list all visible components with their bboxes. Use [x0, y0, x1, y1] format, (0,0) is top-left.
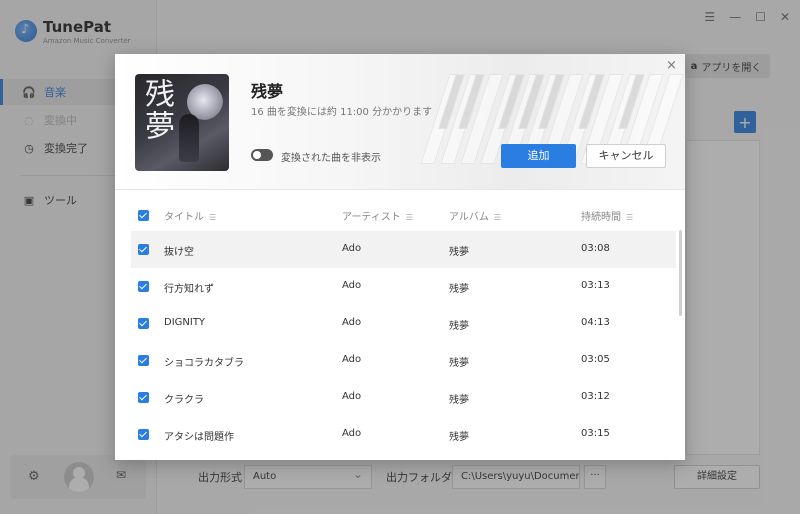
track-duration: 03:12: [581, 391, 610, 402]
album-title: 残夢: [251, 82, 284, 101]
table-row[interactable]: 抜け空 Ado 残夢 03:08: [131, 231, 676, 268]
add-button[interactable]: 追加: [501, 144, 576, 168]
track-artist: Ado: [342, 391, 362, 402]
track-checkbox[interactable]: [138, 318, 149, 329]
track-duration: 03:15: [581, 428, 610, 439]
table-row[interactable]: 行方知れず Ado 残夢 03:13: [131, 268, 676, 305]
hide-converted-toggle[interactable]: [251, 149, 273, 161]
sort-icon: ☰: [626, 213, 634, 222]
track-artist: Ado: [342, 428, 362, 439]
track-album: 残夢: [449, 321, 469, 332]
column-album-header[interactable]: アルバム ☰: [449, 208, 501, 223]
conversion-estimate: 16 曲を変換には約 11:00 分かかります: [251, 107, 433, 118]
track-checkbox[interactable]: [138, 429, 149, 440]
sort-icon: ☰: [405, 213, 413, 222]
track-artist: Ado: [342, 317, 362, 328]
dialog-header: 残夢 残夢 16 曲を変換には約 11:00 分かかります 変換された曲を非表示…: [115, 54, 685, 190]
track-checkbox[interactable]: [138, 392, 149, 403]
track-album: 残夢: [449, 432, 469, 443]
track-album: 残夢: [449, 395, 469, 406]
track-duration: 03:05: [581, 354, 610, 365]
track-artist: Ado: [342, 354, 362, 365]
track-duration: 04:13: [581, 317, 610, 328]
table-row[interactable]: ショコラカタブラ Ado 残夢 03:05: [131, 342, 676, 379]
track-artist: Ado: [342, 280, 362, 291]
track-table-header: タイトル ☰ アーティスト ☰ アルバム ☰ 持続時間 ☰: [131, 202, 676, 228]
column-title-header[interactable]: タイトル ☰: [164, 208, 216, 223]
table-row[interactable]: アタシは問題作 Ado 残夢 03:15: [131, 416, 676, 453]
track-title: 抜け空: [164, 247, 194, 258]
track-title: アタシは問題作: [164, 432, 234, 443]
sort-icon: ☰: [209, 213, 217, 222]
track-checkbox[interactable]: [138, 355, 149, 366]
cover-figure: [179, 114, 199, 162]
track-checkbox[interactable]: [138, 244, 149, 255]
close-dialog-icon[interactable]: ×: [666, 58, 677, 73]
column-artist-header[interactable]: アーティスト ☰: [342, 208, 413, 223]
track-title: クラクラ: [164, 395, 204, 406]
cancel-button[interactable]: キャンセル: [586, 144, 666, 168]
add-tracks-dialog: 残夢 残夢 16 曲を変換には約 11:00 分かかります 変換された曲を非表示…: [115, 54, 685, 460]
track-list-scrollbar[interactable]: [679, 230, 682, 316]
track-album: 残夢: [449, 247, 469, 258]
select-all-checkbox[interactable]: [138, 210, 149, 221]
track-title: ショコラカタブラ: [164, 358, 244, 369]
track-title: 行方知れず: [164, 284, 214, 295]
sort-icon: ☰: [493, 213, 502, 222]
track-duration: 03:08: [581, 243, 610, 254]
track-duration: 03:13: [581, 280, 610, 291]
column-duration-header[interactable]: 持続時間 ☰: [581, 208, 633, 223]
track-title: DIGNITY: [164, 317, 206, 328]
piano-keys-decoration: [415, 54, 685, 189]
album-cover: 残夢: [135, 74, 229, 171]
track-checkbox[interactable]: [138, 281, 149, 292]
track-artist: Ado: [342, 243, 362, 254]
hide-converted-label: 変換された曲を非表示: [281, 153, 381, 164]
cover-title-text: 残夢: [139, 78, 174, 142]
track-album: 残夢: [449, 358, 469, 369]
track-list: 抜け空 Ado 残夢 03:08 行方知れず Ado 残夢 03:13 DIGN…: [131, 231, 676, 460]
table-row[interactable]: クラクラ Ado 残夢 03:12: [131, 379, 676, 416]
table-row[interactable]: DIGNITY Ado 残夢 04:13: [131, 305, 676, 342]
track-album: 残夢: [449, 284, 469, 295]
